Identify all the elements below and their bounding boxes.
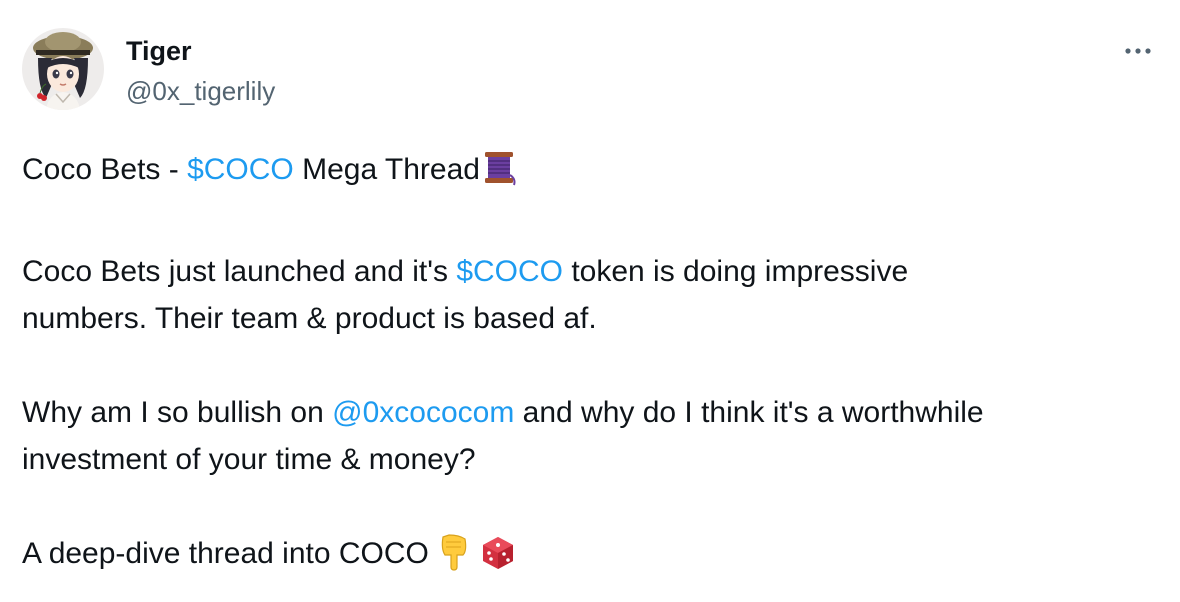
text-segment: A deep-dive thread into COCO (22, 537, 438, 570)
tweet-paragraph: A deep-dive thread into COCO (22, 530, 1162, 585)
thread-spool-icon (480, 149, 518, 201)
more-options-icon (1125, 48, 1151, 54)
tweet-card: Tiger @0x_tigerlily Coco Bets - $COCO Me… (0, 0, 1180, 602)
author-handle[interactable]: @0x_tigerlily (126, 74, 275, 108)
author-name[interactable]: Tiger (126, 34, 192, 68)
cashtag-link[interactable]: $COCO (456, 255, 563, 288)
text-segment: investment of your time & money? (22, 443, 476, 476)
text-segment: Coco Bets just launched and it's (22, 255, 457, 288)
red-dice-icon (480, 535, 516, 585)
mention-link[interactable]: @0xcococom (332, 396, 514, 429)
tweet-paragraph: Coco Bets just launched and it's $COCO t… (22, 248, 1162, 342)
text-segment: numbers. Their team & product is based a… (22, 302, 597, 335)
anime-girl-avatar-icon (22, 28, 104, 110)
text-segment: Mega Thread (293, 153, 480, 186)
text-segment: Why am I so bullish on (22, 396, 333, 429)
cashtag-link[interactable]: $COCO (187, 153, 294, 186)
text-segment: and why do I think it's a worthwhile (514, 396, 984, 429)
text-segment: Coco Bets - (22, 153, 188, 186)
tweet-paragraph: Coco Bets - $COCO Mega Thread (22, 146, 1162, 201)
tweet-paragraph: Why am I so bullish on @0xcococom and wh… (22, 389, 1162, 483)
pointing-down-hand-icon (437, 533, 471, 585)
more-options-button[interactable] (1118, 36, 1158, 66)
text-segment: token is doing impressive (563, 255, 909, 288)
author-avatar[interactable] (22, 28, 104, 110)
tweet-text: Coco Bets - $COCO Mega Thread Coco Bets … (22, 146, 1162, 585)
